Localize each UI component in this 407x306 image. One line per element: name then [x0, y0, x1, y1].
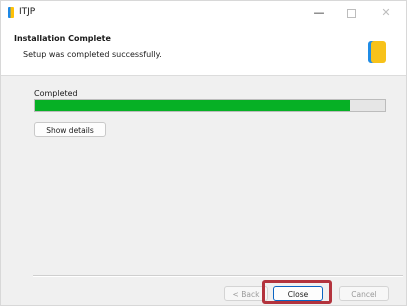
wizard-body: Completed Show details [1, 76, 406, 272]
show-details-button[interactable]: Show details [34, 122, 106, 137]
maximize-button[interactable] [338, 4, 364, 22]
footer-divider [33, 275, 403, 277]
page-title: Installation Complete [14, 34, 111, 43]
installer-logo-icon [371, 41, 386, 63]
maximize-icon [346, 8, 356, 18]
progress-bar [34, 99, 386, 112]
window-title: ITJP [19, 7, 36, 17]
wizard-footer: < Back Close Cancel [1, 272, 406, 305]
app-icon [8, 7, 14, 18]
minimize-button[interactable]: — [306, 4, 332, 22]
installer-window: ITJP — ✕ Installation Complete Setup was… [0, 0, 407, 306]
title-bar[interactable]: ITJP — ✕ [1, 1, 406, 25]
back-button[interactable]: < Back [224, 286, 268, 301]
page-subtitle: Setup was completed successfully. [23, 50, 162, 59]
progress-bar-fill [35, 100, 350, 111]
window-close-button[interactable]: ✕ [373, 4, 399, 22]
close-button[interactable]: Close [273, 286, 323, 301]
wizard-header: Installation Complete Setup was complete… [1, 25, 406, 76]
cancel-button[interactable]: Cancel [339, 286, 389, 301]
progress-status-label: Completed [34, 89, 78, 98]
